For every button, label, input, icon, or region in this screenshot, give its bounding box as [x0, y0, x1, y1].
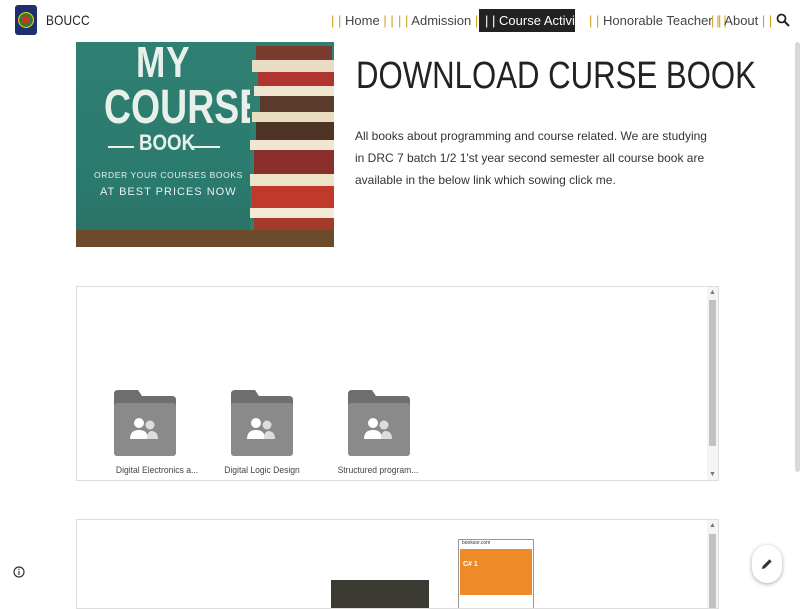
book-cover-dark[interactable]: [331, 580, 429, 608]
search-icon[interactable]: [776, 13, 790, 27]
hero-text-course: COURSE: [104, 81, 265, 134]
embed-scrollbar[interactable]: ▲: [707, 520, 718, 608]
book-stack-illustration: [250, 42, 334, 247]
nav-about[interactable]: | | About | |: [705, 9, 778, 32]
shared-folder-icon: [348, 390, 410, 456]
folder-digital-logic-design[interactable]: [231, 390, 293, 456]
hero-text-order: ORDER YOUR COURSES BOOKS: [94, 170, 243, 180]
site-title[interactable]: BOUCC: [46, 12, 90, 28]
scrollbar-thumb[interactable]: [709, 300, 716, 446]
embed-scrollbar[interactable]: ▲ ▼: [707, 287, 718, 480]
hero-text-price: AT BEST PRICES NOW: [100, 186, 237, 198]
folder-structured-programming[interactable]: [348, 390, 410, 456]
chalkboard-ledge: [76, 230, 334, 247]
drive-folder-embed[interactable]: Digital Electronics a... Digital Logic D…: [76, 286, 719, 481]
scrollbar-thumb[interactable]: [709, 534, 716, 608]
hero-text-book: BOOK: [139, 130, 196, 155]
info-icon[interactable]: [13, 566, 25, 578]
chalk-line-left: [108, 146, 134, 148]
page-heading: DOWNLOAD CURSE BOOK: [356, 55, 756, 97]
book-cover-orange-panel: C# 1: [460, 549, 532, 595]
folder-digital-electronics[interactable]: [114, 390, 176, 456]
nav-admission-label: | | Admission | |: [398, 13, 485, 28]
nav-home-label: | | Home | |: [331, 13, 394, 28]
pencil-icon: [762, 559, 772, 569]
edit-button[interactable]: [752, 545, 782, 583]
folder-label[interactable]: Digital Logic Design: [222, 465, 303, 476]
nav-about-label: | | About | |: [711, 13, 773, 28]
book-cover-heading: C# 1: [463, 561, 478, 568]
site-logo[interactable]: [15, 5, 37, 35]
book-cover-site-label: booksor.com: [462, 540, 491, 546]
page-scrollbar-thumb[interactable]: [795, 42, 800, 472]
chalk-line-right: [192, 146, 220, 148]
scroll-up-arrow-icon[interactable]: ▲: [709, 289, 716, 296]
page-description: All books about programming and course r…: [355, 129, 707, 187]
shared-folder-icon: [114, 390, 176, 456]
nav-course-activity-label: | | Course Activity | |: [485, 13, 600, 28]
scroll-down-arrow-icon[interactable]: ▼: [709, 471, 716, 478]
scroll-up-arrow-icon[interactable]: ▲: [709, 522, 716, 529]
book-preview-embed[interactable]: booksor.com C# 1 ▲: [76, 519, 719, 609]
nav-course-activity[interactable]: | | Course Activity | |: [479, 9, 599, 32]
folder-label[interactable]: Digital Electronics a...: [108, 465, 207, 476]
folder-label[interactable]: Structured program...: [338, 465, 419, 476]
shared-folder-icon: [231, 390, 293, 456]
course-book-hero-image: MY COURSE BOOK ORDER YOUR COURSES BOOKS …: [76, 42, 334, 247]
nav-home[interactable]: | | Home | |: [325, 9, 400, 32]
nav-admission[interactable]: | | Admission | |: [392, 9, 491, 32]
top-navigation-bar: BOUCC | | Home | | | | Admission | | | |…: [0, 0, 800, 42]
book-cover-csharp[interactable]: booksor.com C# 1: [458, 539, 534, 608]
